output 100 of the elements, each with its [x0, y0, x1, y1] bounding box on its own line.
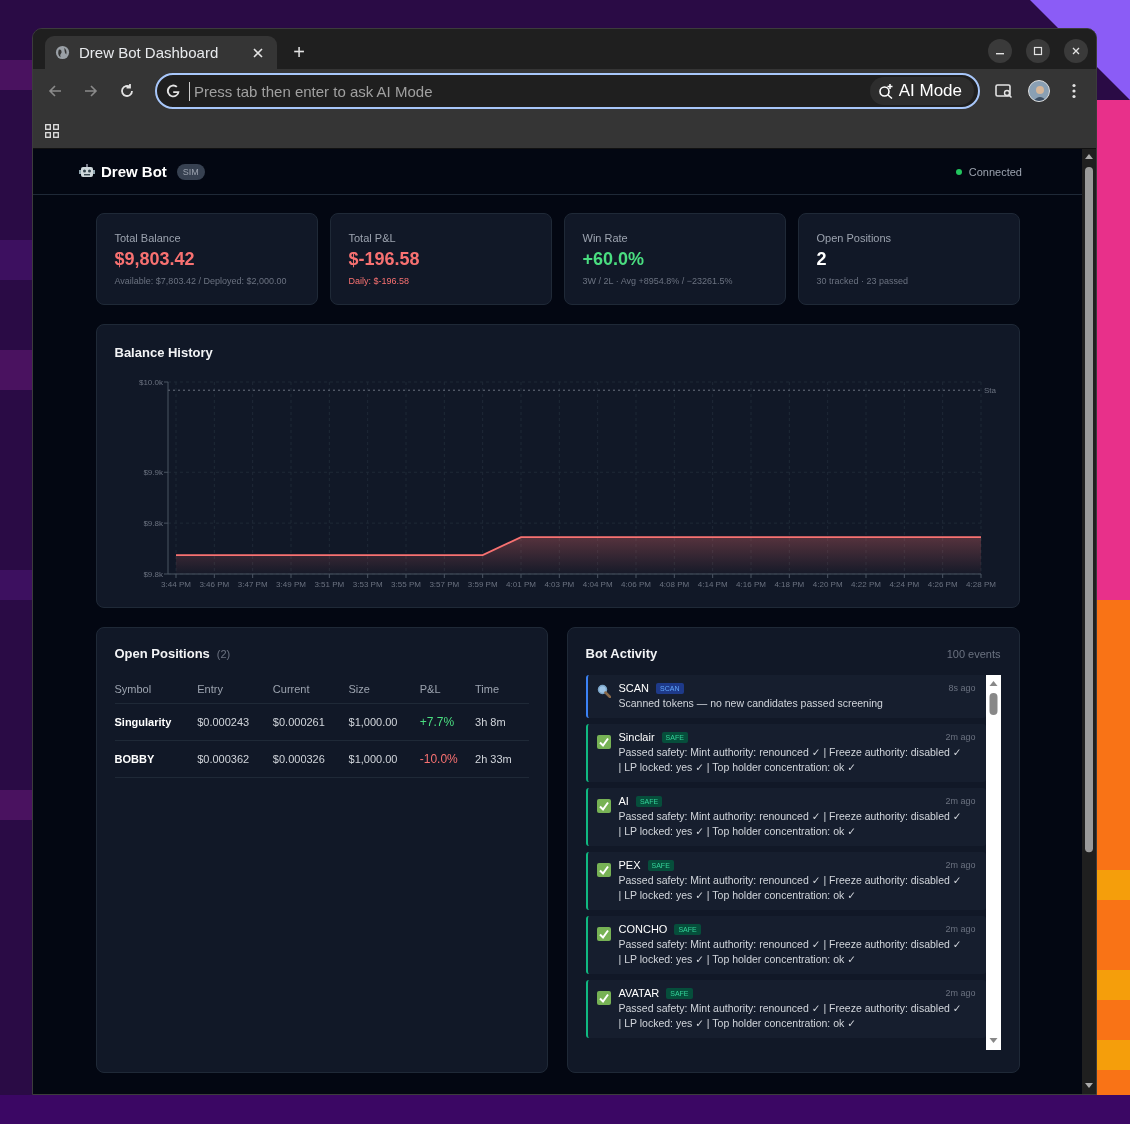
column-header: Entry	[197, 675, 273, 704]
axis-label: 4:18 PM	[773, 580, 804, 589]
axis-label: 3:49 PM	[275, 580, 306, 589]
minimize-button[interactable]	[988, 39, 1012, 63]
check-mark-icon	[596, 863, 611, 877]
event-message: Scanned tokens — no new candidates passed screening	[618, 696, 884, 711]
event-title: Sinclair	[618, 731, 655, 743]
table-cell: $0.000326	[272, 740, 349, 778]
event-count: 100 events	[946, 648, 1001, 660]
new-tab-button[interactable]: +	[285, 38, 313, 66]
axis-label: 3:51 PM	[313, 580, 344, 589]
stat-value: $9,803.42	[114, 249, 196, 270]
reference-label: Sta	[983, 386, 996, 396]
maximize-button[interactable]	[1026, 39, 1050, 63]
event-time: 2m ago	[945, 924, 976, 934]
stat-value: 2	[816, 249, 828, 270]
globe-icon	[55, 45, 70, 60]
event-message: Passed safety: Mint authority: renounced ✓ | Freeze authority: disabled ✓ | LP locked: yes ✓ | Top holder concentration: ok ✓	[618, 937, 963, 967]
table-cell: $0.000261	[272, 703, 349, 741]
axis-label: 4:16 PM	[735, 580, 766, 589]
stat-label: Win Rate	[582, 232, 629, 244]
pnl-value: +7.7%	[419, 715, 455, 729]
profile-avatar[interactable]	[1028, 80, 1050, 102]
stat-label: Total Balance	[114, 232, 182, 244]
table-cell: $0.000362	[197, 740, 273, 778]
mode-badge: SIM	[176, 163, 205, 180]
event-time: 2m ago	[945, 988, 976, 998]
column-header: Size	[348, 675, 420, 704]
stat-value: +60.0%	[582, 249, 646, 270]
axis-label: 3:44 PM	[160, 580, 191, 589]
axis-label: 3:53 PM	[352, 580, 383, 589]
event-message: Passed safety: Mint authority: renounced ✓ | Freeze authority: disabled ✓ | LP locked: yes ✓ | Top holder concentration: ok ✓	[618, 873, 963, 903]
axis-label: 3:47 PM	[237, 580, 268, 589]
table-cell: Singularity	[114, 703, 198, 741]
stat-detail: 30 tracked · 23 passed	[816, 276, 910, 286]
connection-status: Connected	[968, 165, 1022, 178]
close-button[interactable]	[1064, 39, 1088, 63]
event-title: SCAN	[618, 682, 650, 694]
axis-label: 4:24 PM	[888, 580, 919, 589]
column-header: Time	[475, 675, 529, 704]
axis-label: 4:03 PM	[543, 580, 574, 589]
axis-label: 4:14 PM	[697, 580, 728, 589]
position-count: (2)	[216, 648, 231, 660]
axis-label: 4:04 PM	[582, 580, 613, 589]
event-time: 2m ago	[945, 732, 976, 742]
sparkle-search-icon	[877, 83, 894, 99]
axis-label: 4:26 PM	[927, 580, 958, 589]
check-mark-icon	[596, 927, 611, 941]
axis-label: 4:22 PM	[850, 580, 881, 589]
robot-icon	[79, 163, 95, 180]
axis-label: 3:55 PM	[390, 580, 421, 589]
card-title: Balance History	[114, 345, 213, 360]
axis-label: 4:28 PM	[965, 580, 996, 589]
address-bar[interactable]: Press tab then enter to ask AI Mode AI Mode	[155, 73, 980, 109]
check-mark-icon	[596, 799, 611, 813]
axis-label: 3:57 PM	[428, 580, 459, 589]
card-title: Open Positions	[114, 646, 210, 661]
scrollbar[interactable]	[1082, 149, 1096, 1094]
axis-label: $9.9k	[142, 468, 163, 478]
event-title: AI	[618, 795, 629, 807]
axis-label: 4:06 PM	[620, 580, 651, 589]
axis-label: 4:08 PM	[658, 580, 689, 589]
pnl-value: -10.0%	[419, 752, 458, 766]
axis-label: $9.8k	[142, 519, 163, 529]
event-title: CONCHO	[618, 923, 668, 935]
brand-name: Drew Bot	[101, 163, 167, 180]
column-header: Current	[272, 675, 349, 704]
axis-label: 4:20 PM	[812, 580, 843, 589]
ai-mode-button[interactable]: AI Mode	[869, 77, 974, 105]
event-time: 2m ago	[945, 860, 976, 870]
axis-label: $10.0k	[138, 378, 163, 387]
column-header: P&L	[419, 675, 476, 704]
table-cell: 3h 8m	[475, 703, 529, 741]
address-field[interactable]: Press tab then enter to ask AI Mode	[189, 81, 862, 101]
event-time: 2m ago	[945, 796, 976, 806]
minimize-icon	[996, 53, 1004, 55]
stat-detail: Daily: $-196.58	[348, 276, 411, 286]
search-icon	[596, 684, 611, 698]
event-title: AVATAR	[618, 987, 660, 999]
table-cell: $0.000243	[197, 703, 273, 741]
event-message: Passed safety: Mint authority: renounced ✓ | Freeze authority: disabled ✓ | LP locked: yes ✓ | Top holder concentration: ok ✓	[618, 809, 963, 839]
event-time: 8s ago	[948, 683, 976, 693]
axis-label: 3:46 PM	[198, 580, 229, 589]
check-mark-icon	[596, 735, 611, 749]
maximize-icon	[1033, 46, 1043, 56]
stat-label: Total P&L	[348, 232, 397, 244]
stat-value: $-196.58	[348, 249, 421, 270]
axis-label: $9.8k	[142, 570, 163, 579]
card-title: Bot Activity	[585, 646, 658, 661]
google-icon	[165, 83, 181, 99]
stat-label: Open Positions	[816, 232, 893, 244]
event-message: Passed safety: Mint authority: renounced ✓ | Freeze authority: disabled ✓ | LP locked: yes ✓ | Top holder concentration: ok ✓	[618, 1001, 963, 1031]
table-cell: $1,000.00	[348, 703, 420, 741]
close-icon	[1071, 46, 1081, 56]
event-message: Passed safety: Mint authority: renounced ✓ | Freeze authority: disabled ✓ | LP locked: yes ✓ | Top holder concentration: ok ✓	[618, 745, 963, 775]
table-cell: $1,000.00	[348, 740, 420, 778]
axis-label: 3:59 PM	[467, 580, 498, 589]
apps-icon[interactable]	[43, 121, 61, 140]
stat-detail: Available: $7,803.42 / Deployed: $2,000.00	[114, 276, 288, 286]
column-header: Symbol	[114, 675, 198, 704]
